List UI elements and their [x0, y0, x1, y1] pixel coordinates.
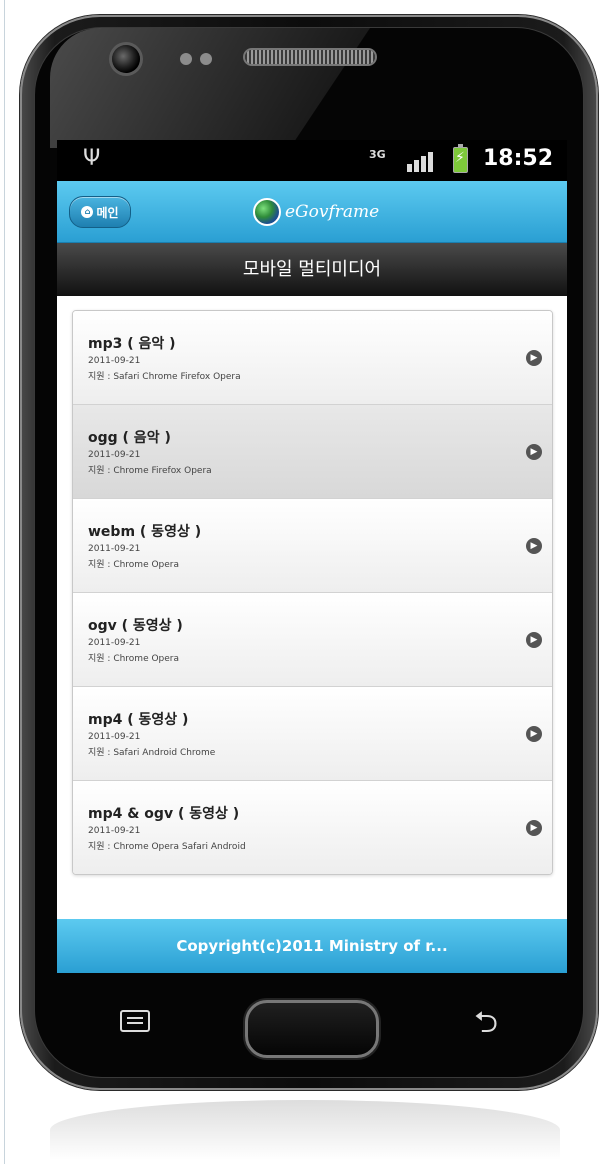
logo-text: eGovframe	[285, 202, 380, 222]
chevron-right-icon: ▶	[526, 632, 542, 648]
item-support: 지원 : Chrome Opera	[88, 560, 180, 570]
page-border	[4, 0, 5, 1164]
item-date: 2011-09-21	[88, 732, 141, 742]
list-item[interactable]: mp4 & ogv ( 동영상 ) 2011-09-21 지원 : Chrome…	[73, 781, 552, 874]
item-date: 2011-09-21	[88, 544, 141, 554]
status-bar: Ψ 3G ⚡ 18:52	[57, 140, 567, 181]
globe-icon	[253, 198, 281, 226]
item-date: 2011-09-21	[88, 638, 141, 648]
network-type: 3G	[369, 148, 386, 161]
proximity-sensor	[180, 53, 192, 65]
list-item[interactable]: webm ( 동영상 ) 2011-09-21 지원 : Chrome Oper…	[73, 499, 552, 593]
chevron-right-icon: ▶	[526, 350, 542, 366]
app-header: ⌂ 메인 eGovframe	[57, 181, 567, 243]
home-button-label: 메인	[96, 205, 119, 220]
item-support: 지원 : Safari Chrome Firefox Opera	[88, 372, 241, 382]
menu-key[interactable]	[120, 1010, 150, 1032]
status-time: 18:52	[482, 146, 553, 171]
usb-icon: Ψ	[83, 146, 101, 171]
item-date: 2011-09-21	[88, 356, 141, 366]
earpiece-speaker	[245, 50, 375, 64]
chevron-right-icon: ▶	[526, 444, 542, 460]
item-title: ogg ( 음악 )	[88, 430, 171, 446]
item-date: 2011-09-21	[88, 826, 141, 836]
chevron-right-icon: ▶	[526, 726, 542, 742]
signal-icon	[407, 150, 437, 172]
home-button[interactable]: ⌂ 메인	[69, 196, 131, 228]
page-title: 모바일 멀티미디어	[57, 243, 567, 296]
home-icon: ⌂	[81, 206, 94, 218]
phone-reflection	[50, 1100, 560, 1160]
item-title: mp4 ( 동영상 )	[88, 712, 189, 728]
chevron-right-icon: ▶	[526, 538, 542, 554]
hardware-home-key[interactable]	[245, 1000, 379, 1058]
item-support: 지원 : Chrome Opera Safari Android	[88, 842, 246, 852]
chevron-right-icon: ▶	[526, 820, 542, 836]
item-title: ogv ( 동영상 )	[88, 618, 183, 634]
light-sensor	[200, 53, 212, 65]
copyright-footer: Copyright(c)2011 Ministry of r...	[57, 919, 567, 973]
battery-icon: ⚡	[453, 144, 468, 173]
back-key-icon[interactable]: ⮌	[474, 1000, 498, 1051]
list-item[interactable]: ogv ( 동영상 ) 2011-09-21 지원 : Chrome Opera…	[73, 593, 552, 687]
item-title: mp3 ( 음악 )	[88, 336, 176, 352]
egovframe-logo: eGovframe	[253, 197, 379, 227]
list-item[interactable]: mp4 ( 동영상 ) 2011-09-21 지원 : Safari Andro…	[73, 687, 552, 781]
item-support: 지원 : Safari Android Chrome	[88, 748, 216, 758]
item-support: 지원 : Chrome Firefox Opera	[88, 466, 212, 476]
item-title: webm ( 동영상 )	[88, 524, 202, 540]
list-item[interactable]: ogg ( 음악 ) 2011-09-21 지원 : Chrome Firefo…	[73, 405, 552, 499]
phone-screen: Ψ 3G ⚡ 18:52 ⌂ 메인 eGovframe 모바일 멀티미디어 mp…	[57, 140, 567, 973]
item-title: mp4 & ogv ( 동영상 )	[88, 806, 240, 822]
front-camera	[112, 45, 140, 73]
list-item[interactable]: mp3 ( 음악 ) 2011-09-21 지원 : Safari Chrome…	[73, 311, 552, 405]
item-support: 지원 : Chrome Opera	[88, 654, 180, 664]
item-date: 2011-09-21	[88, 450, 141, 460]
multimedia-list: mp3 ( 음악 ) 2011-09-21 지원 : Safari Chrome…	[72, 310, 553, 875]
